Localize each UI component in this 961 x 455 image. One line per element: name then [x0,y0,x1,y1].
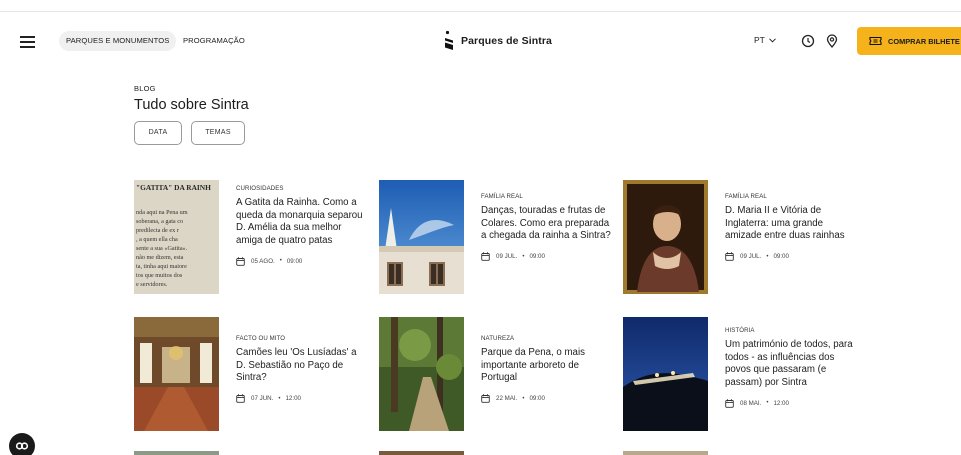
site-header: PARQUES E MONUMENTOS PROGRAMAÇÃO Parques… [0,26,961,56]
calendar-icon [236,257,245,266]
site-logo[interactable]: Parques de Sintra [443,30,552,52]
card-time: 09:00 [529,253,545,261]
calendar-icon [481,394,490,403]
calendar-icon [481,252,490,261]
card-title[interactable]: Um património de todos, para todos - as … [725,339,855,390]
blog-card[interactable]: HISTÓRIA Um património de todos, para to… [623,317,853,432]
card-date: 05 AGO. [251,257,275,265]
card-category: FACTO OU MITO [236,335,286,342]
section-label: BLOG [134,84,156,93]
card-title[interactable]: Camões leu 'Os Lusíadas' a D. Sebastião … [236,347,366,385]
svg-text:nda aqui na Pena um: nda aqui na Pena um [136,209,188,216]
card-category: FAMÍLIA REAL [725,193,767,200]
card-category: FAMÍLIA REAL [481,193,523,200]
svg-text:, a quem ella cha: , a quem ella cha [136,236,178,243]
blog-card[interactable]: FAMÍLIA REAL Danças, touradas e frutas d… [379,180,611,295]
svg-text:não me dizem, esta: não me dizem, esta [136,254,184,261]
card-title[interactable]: Danças, touradas e frutas de Colares. Co… [481,205,611,243]
blog-card[interactable]: "GATITA" DA RAINH nda aqui na Pena um so… [134,180,364,295]
card-date-row: 22 MAI. • 09:00 [481,394,611,403]
svg-text:predilecta de ex r: predilecta de ex r [136,227,179,234]
card-date: 22 MAI. [496,395,518,403]
card-time: 12:00 [285,395,301,403]
card-date-row: 09 JUL. • 09:00 [725,252,855,261]
svg-text:ta, tinha aqui maiore: ta, tinha aqui maiore [136,263,187,270]
logo-text: Parques de Sintra [461,35,552,47]
buy-ticket-button[interactable]: COMPRAR BILHETE [857,27,961,55]
newspaper-clipping-image: "GATITA" DA RAINH nda aqui na Pena um so… [134,180,219,294]
next-card-thumbnail[interactable] [379,451,464,455]
forest-path-image [379,317,464,431]
card-date-row: 09 JUL. • 09:00 [481,252,611,261]
card-category: CURIOSIDADES [236,185,284,192]
card-date-row: 08 MAI. • 12:00 [725,399,855,408]
card-time: 09:00 [529,395,545,403]
card-title[interactable]: Parque da Pena, o mais importante arbore… [481,347,611,385]
card-category: HISTÓRIA [725,327,755,334]
calendar-icon [236,394,245,403]
filter-themes-button[interactable]: TEMAS [191,121,245,145]
card-title[interactable]: A Gatita da Rainha. Como a queda da mona… [236,197,366,248]
queen-portrait-image [623,180,708,294]
svg-text:e servidores.: e servidores. [136,281,168,288]
card-time: 09:00 [286,257,303,265]
card-category: NATUREZA [481,335,515,342]
card-date-row: 05 AGO. • 09:00 [236,257,366,266]
palace-hall-image [134,317,219,431]
page-title: Tudo sobre Sintra [134,97,249,113]
card-date-row: 07 JUN. • 12:00 [236,394,366,403]
next-card-thumbnail[interactable] [623,451,708,455]
blog-card[interactable]: FACTO OU MITO Camões leu 'Os Lusíadas' a… [134,317,364,432]
calendar-icon [725,252,734,261]
card-time: 09:00 [773,253,789,261]
location-pin-icon[interactable] [826,34,838,48]
blog-card[interactable]: FAMÍLIA REAL D. Maria II e Vitória de In… [623,180,853,295]
svg-text:tos que muitos dos: tos que muitos dos [136,272,183,279]
filter-date-button[interactable]: DATA [134,121,182,145]
logo-mark-icon [443,30,455,52]
accessibility-icon[interactable] [9,433,35,455]
svg-text:sente a sua «Gatita».: sente a sua «Gatita». [136,245,188,252]
palace-chimneys-image [379,180,464,294]
blog-card[interactable]: NATUREZA Parque da Pena, o mais importan… [379,317,609,432]
card-title[interactable]: D. Maria II e Vitória de Inglaterra: uma… [725,205,855,243]
card-date: 08 MAI. [740,399,762,407]
top-divider [0,11,961,12]
hamburger-menu-icon[interactable] [20,36,35,48]
card-date: 09 JUL. [740,253,762,261]
language-label: PT [754,35,765,45]
calendar-icon [725,399,734,408]
language-selector[interactable]: PT [754,35,776,45]
buy-ticket-label: COMPRAR BILHETE [888,36,960,46]
svg-text:"GATITA" DA RAINH: "GATITA" DA RAINH [136,183,211,192]
card-date: 09 JUL. [496,253,518,261]
card-date: 07 JUN. [251,395,274,403]
nav-parques-e-monumentos[interactable]: PARQUES E MONUMENTOS [59,31,177,51]
card-time: 12:00 [773,399,789,407]
next-card-thumbnail[interactable] [134,451,219,455]
svg-text:soberana, a gata co: soberana, a gata co [136,218,183,225]
ticket-icon [869,36,882,46]
clock-icon[interactable] [801,34,815,48]
nav-programacao[interactable]: PROGRAMAÇÃO [176,31,252,51]
night-palace-image [623,317,708,431]
chevron-down-icon [769,37,776,43]
